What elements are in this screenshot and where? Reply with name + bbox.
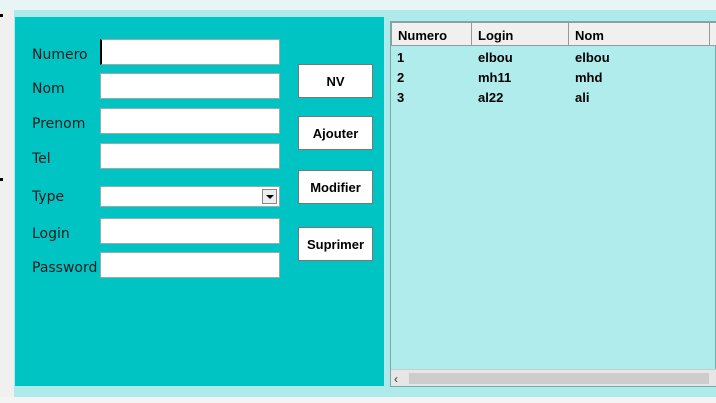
column-header-nom[interactable]: Nom bbox=[568, 22, 710, 46]
tel-label: Tel bbox=[32, 151, 51, 167]
horizontal-scrollbar[interactable]: ‹ bbox=[391, 369, 716, 386]
login-label: Login bbox=[32, 226, 70, 242]
scrollbar-thumb[interactable] bbox=[409, 373, 709, 384]
window-top-strip bbox=[0, 0, 716, 10]
modifier-button[interactable]: Modifier bbox=[298, 170, 373, 204]
cell-nom: elbou bbox=[575, 50, 610, 65]
password-input[interactable] bbox=[100, 252, 280, 278]
edge-mark bbox=[0, 14, 3, 17]
column-header-login[interactable]: Login bbox=[471, 22, 569, 46]
column-header-numero[interactable]: Numero bbox=[391, 22, 472, 46]
cell-login: mh11 bbox=[478, 70, 512, 85]
type-select[interactable] bbox=[100, 186, 280, 207]
cell-numero: 1 bbox=[397, 50, 405, 65]
tel-input[interactable] bbox=[100, 143, 280, 169]
cell-numero: 3 bbox=[397, 90, 405, 105]
numero-label: Numero bbox=[32, 47, 88, 63]
table-header: Numero Login Nom bbox=[391, 22, 716, 46]
numero-input[interactable] bbox=[100, 39, 280, 65]
form-panel: Numero Nom Prenom Tel Type Login Passwor… bbox=[15, 17, 384, 386]
password-label: Password bbox=[32, 260, 98, 276]
cell-login: al22 bbox=[478, 90, 504, 105]
column-header-empty[interactable] bbox=[709, 22, 716, 46]
login-input[interactable] bbox=[100, 218, 280, 244]
table-row[interactable]: 1 elbou elbou bbox=[391, 50, 716, 70]
prenom-input[interactable] bbox=[100, 108, 280, 134]
chevron-down-icon[interactable] bbox=[262, 189, 277, 204]
edge-mark bbox=[0, 178, 3, 181]
cell-login: elbou bbox=[478, 50, 513, 65]
cell-nom: ali bbox=[575, 90, 590, 105]
users-table: Numero Login Nom 1 elbou elbou 2 mh11 mh… bbox=[390, 21, 716, 387]
prenom-label: Prenom bbox=[32, 116, 86, 132]
table-row[interactable]: 2 mh11 mhd bbox=[391, 70, 716, 90]
cell-numero: 2 bbox=[397, 70, 405, 85]
left-edge bbox=[0, 10, 14, 403]
nom-input[interactable] bbox=[100, 73, 280, 99]
window-bottom-strip bbox=[0, 397, 716, 403]
ajouter-button[interactable]: Ajouter bbox=[298, 116, 373, 150]
type-label: Type bbox=[32, 189, 65, 205]
suprimer-button[interactable]: Suprimer bbox=[298, 227, 373, 261]
nv-button[interactable]: NV bbox=[298, 64, 373, 98]
nom-label: Nom bbox=[32, 81, 65, 97]
chevron-left-icon[interactable]: ‹ bbox=[394, 372, 398, 386]
cell-nom: mhd bbox=[575, 70, 603, 85]
table-row[interactable]: 3 al22 ali bbox=[391, 90, 716, 110]
